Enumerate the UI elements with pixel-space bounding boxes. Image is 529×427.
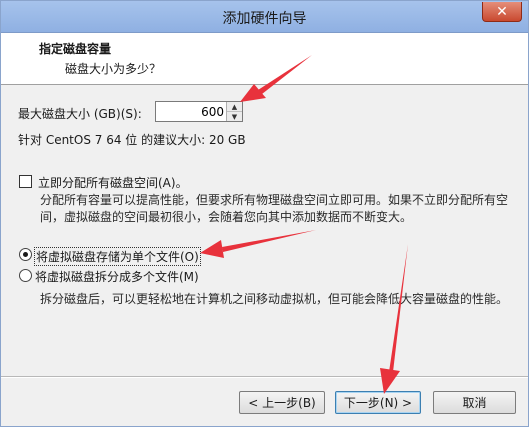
- allocate-now-label[interactable]: 立即分配所有磁盘空间(A)。: [38, 174, 188, 191]
- chevron-down-icon: ▼: [231, 112, 238, 121]
- single-file-radio[interactable]: [19, 248, 32, 261]
- add-hardware-wizard-window: 添加硬件向导 ✕ 指定磁盘容量 磁盘大小为多少？ 最大磁盘大小 (GB)(S):…: [0, 0, 529, 427]
- page-subtitle: 磁盘大小为多少？: [65, 62, 162, 76]
- back-button[interactable]: < 上一步(B): [239, 391, 325, 414]
- recommended-size-text: 针对 CentOS 7 64 位 的建议大小: 20 GB: [18, 133, 246, 147]
- increment-button[interactable]: ▲: [227, 102, 242, 112]
- close-button[interactable]: ✕: [482, 2, 522, 22]
- page-title: 指定磁盘容量: [39, 42, 112, 56]
- multi-file-label[interactable]: 将虚拟磁盘拆分成多个文件(M): [35, 268, 199, 285]
- allocate-desc-line2: 间，虚拟磁盘的空间最初很小，会随着您向其中添加数据而不断变大。: [40, 210, 413, 224]
- allocate-now-checkbox[interactable]: [19, 175, 32, 188]
- footer-divider-highlight: [1, 377, 528, 378]
- title-bar[interactable]: 添加硬件向导 ✕: [1, 1, 528, 33]
- wizard-header: 指定磁盘容量 磁盘大小为多少？: [1, 33, 528, 85]
- disk-size-label: 最大磁盘大小 (GB)(S):: [18, 107, 142, 121]
- single-file-label[interactable]: 将虚拟磁盘存储为单个文件(O): [34, 247, 201, 266]
- disk-size-stepper[interactable]: ▲ ▼: [155, 101, 243, 122]
- chevron-up-icon: ▲: [231, 102, 238, 111]
- decrement-button[interactable]: ▼: [227, 112, 242, 121]
- cancel-button[interactable]: 取消: [433, 391, 516, 414]
- stepper-buttons: ▲ ▼: [226, 102, 242, 121]
- multi-file-radio[interactable]: [19, 269, 32, 282]
- disk-size-input[interactable]: [156, 102, 227, 121]
- window-title: 添加硬件向导: [222, 11, 307, 27]
- allocate-desc-line1: 分配所有容量可以提高性能，但要求所有物理磁盘空间立即可用。如果不立即分配所有空: [40, 193, 509, 207]
- close-icon: ✕: [496, 3, 508, 20]
- multi-file-desc: 拆分磁盘后，可以更轻松地在计算机之间移动虚拟机，但可能会降低大容量磁盘的性能。: [40, 292, 509, 306]
- next-button[interactable]: 下一步(N) >: [335, 391, 421, 414]
